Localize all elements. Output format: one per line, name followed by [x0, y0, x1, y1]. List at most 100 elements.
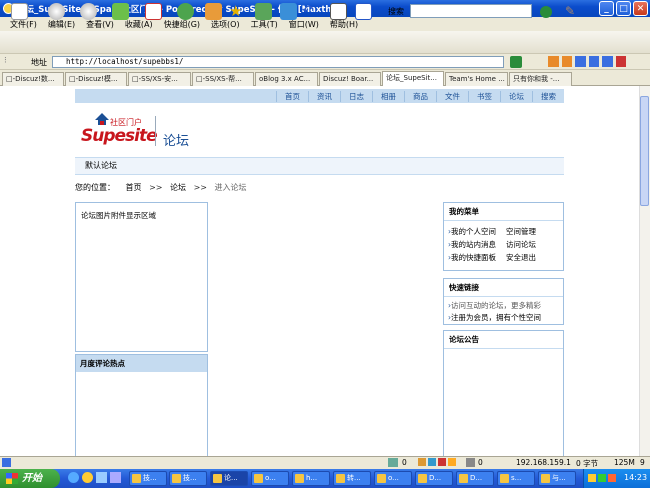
attachment-area: 论坛图片附件显示区域	[75, 202, 208, 352]
quick-link-forum[interactable]: 访问互动的论坛，更多精彩	[451, 301, 541, 310]
my-menu-panel: 我的菜单 ›我的个人空间 空间管理 ›我的站内消息 访问论坛 ›我的快捷面板 安…	[443, 202, 564, 271]
taskbar-item[interactable]: h...	[292, 471, 330, 486]
mail-icon[interactable]	[561, 56, 572, 67]
taskbar-item[interactable]: D...	[415, 471, 453, 486]
rss-icon[interactable]	[548, 56, 559, 67]
nav-blog[interactable]: 日志	[340, 90, 372, 102]
tab[interactable]: Discuz! Boar...	[319, 72, 381, 86]
breadcrumb-sep: >>	[193, 183, 207, 192]
tab[interactable]: 只有你和我 -...	[509, 72, 572, 86]
menu-edit[interactable]: 编辑(E)	[48, 19, 75, 30]
tab-list-icon[interactable]	[602, 56, 613, 67]
quicklaunch-maxthon-icon[interactable]	[82, 472, 93, 483]
status-bytes: 0 字节	[576, 459, 599, 468]
menu-file[interactable]: 文件(F)	[10, 19, 37, 30]
taskbar-item[interactable]: D...	[456, 471, 494, 486]
default-forum-link[interactable]: 默认论坛	[85, 161, 117, 170]
forward-icon[interactable]	[80, 3, 97, 20]
quicklaunch-desktop-icon[interactable]	[96, 472, 107, 483]
tray-icon-c[interactable]	[608, 474, 616, 482]
nav-home[interactable]: 首页	[276, 90, 308, 102]
visit-forum-link[interactable]: 访问论坛	[506, 240, 536, 249]
my-space-link[interactable]: 我的个人空间	[451, 227, 496, 236]
menu-help[interactable]: 帮助(H)	[330, 19, 358, 30]
taskbar-item[interactable]: o...	[374, 471, 412, 486]
nav-files[interactable]: 文件	[436, 90, 468, 102]
tab[interactable]: oBlog 3.x AC...	[255, 72, 318, 86]
breadcrumb-forum[interactable]: 论坛	[170, 183, 186, 192]
maximize-button[interactable]: □	[616, 1, 631, 16]
search-input[interactable]	[410, 4, 532, 18]
address-input[interactable]: http://localhost/supebbs1/	[52, 56, 504, 68]
nav-goods[interactable]: 商品	[404, 90, 436, 102]
undo-icon[interactable]: ↶	[302, 3, 319, 20]
taskbar-item[interactable]: 与...	[538, 471, 576, 486]
menu-window[interactable]: 窗口(W)	[289, 19, 319, 30]
status-icon-a[interactable]	[418, 458, 426, 466]
my-messages-link[interactable]: 我的站内消息	[451, 240, 496, 249]
next-tab-icon[interactable]	[588, 56, 599, 67]
minimize-button[interactable]: _	[599, 1, 614, 16]
my-menu-title: 我的菜单	[444, 203, 563, 221]
sidebar-icon[interactable]	[355, 3, 372, 20]
tab[interactable]: □-Discuz!数...	[2, 72, 64, 86]
new-page-icon[interactable]	[11, 3, 28, 20]
back-icon[interactable]	[48, 3, 65, 20]
space-manage-link[interactable]: 空间管理	[506, 227, 536, 236]
scrollbar-thumb[interactable]	[640, 96, 649, 206]
tab[interactable]: □-SS/XS-安...	[128, 72, 191, 86]
quick-link-register[interactable]: 注册为会员，拥有个性空间	[451, 313, 541, 322]
tab[interactable]: Team's Home ...	[445, 72, 508, 86]
screen-icon[interactable]	[280, 3, 297, 20]
close-tab-icon[interactable]	[615, 56, 626, 67]
status-zero: 0	[478, 458, 483, 467]
nav-search[interactable]: 搜索	[532, 90, 564, 102]
logout-link[interactable]: 安全退出	[506, 253, 536, 262]
search-label: 搜索	[388, 7, 404, 16]
nav-bookmarks[interactable]: 书签	[468, 90, 500, 102]
taskbar-item[interactable]: 技...	[129, 471, 167, 486]
site-logo[interactable]: Supesite	[81, 126, 158, 146]
nav-news[interactable]: 资讯	[308, 90, 340, 102]
tray-icon-a[interactable]	[588, 474, 596, 482]
taskbar-item-active[interactable]: 论...	[210, 471, 248, 486]
quick-links-panel: 快速链接 ›访问互动的论坛，更多精彩 ›注册为会员，拥有个性空间	[443, 278, 564, 325]
favorites-star-icon[interactable]: ★	[229, 3, 246, 20]
highlight-icon[interactable]: ✎	[565, 3, 582, 20]
menu-groups[interactable]: 快捷组(G)	[164, 19, 200, 30]
quicklaunch-app-icon[interactable]	[110, 472, 121, 483]
stop-icon[interactable]	[145, 3, 162, 20]
my-panel-link[interactable]: 我的快捷面板	[451, 253, 496, 262]
status-icon-d[interactable]	[448, 458, 456, 466]
breadcrumb-home[interactable]: 首页	[126, 183, 142, 192]
prev-tab-icon[interactable]	[575, 56, 586, 67]
status-icon-b[interactable]	[428, 458, 436, 466]
status-icon-c[interactable]	[438, 458, 446, 466]
window-titlebar[interactable]: 论坛_SupeSite/X-Space社区门户 - Powered By Sup…	[0, 0, 650, 17]
taskbar-item[interactable]: 转...	[333, 471, 371, 486]
menu-tools[interactable]: 工具(T)	[251, 19, 278, 30]
home-icon[interactable]	[205, 3, 222, 20]
menu-favorites[interactable]: 收藏(A)	[125, 19, 153, 30]
up-icon[interactable]	[112, 3, 129, 20]
go-icon[interactable]	[510, 56, 522, 68]
menu-view[interactable]: 查看(V)	[86, 19, 114, 30]
group-icon[interactable]	[255, 3, 272, 20]
taskbar-item[interactable]: 技...	[169, 471, 207, 486]
split-view-icon[interactable]	[330, 3, 347, 20]
nav-album[interactable]: 相册	[372, 90, 404, 102]
tab[interactable]: □-Discuz!模...	[65, 72, 127, 86]
breadcrumb: 您的位置： 首页 >> 论坛 >> 进入论坛	[75, 182, 247, 193]
popup-block-icon[interactable]	[388, 458, 398, 467]
nav-forum[interactable]: 论坛	[500, 90, 532, 102]
taskbar-item[interactable]: s...	[497, 471, 535, 486]
menu-options[interactable]: 选项(O)	[211, 19, 240, 30]
tab[interactable]: □-SS/XS-帮...	[192, 72, 254, 86]
refresh-icon[interactable]	[177, 3, 194, 20]
close-button[interactable]: ✕	[633, 1, 648, 16]
taskbar-item[interactable]: o...	[251, 471, 289, 486]
quicklaunch-ie-icon[interactable]	[68, 472, 79, 483]
tab-active[interactable]: 论坛_SupeSit...	[382, 71, 444, 86]
tray-icon-b[interactable]	[598, 474, 606, 482]
search-go-icon[interactable]	[540, 6, 552, 18]
